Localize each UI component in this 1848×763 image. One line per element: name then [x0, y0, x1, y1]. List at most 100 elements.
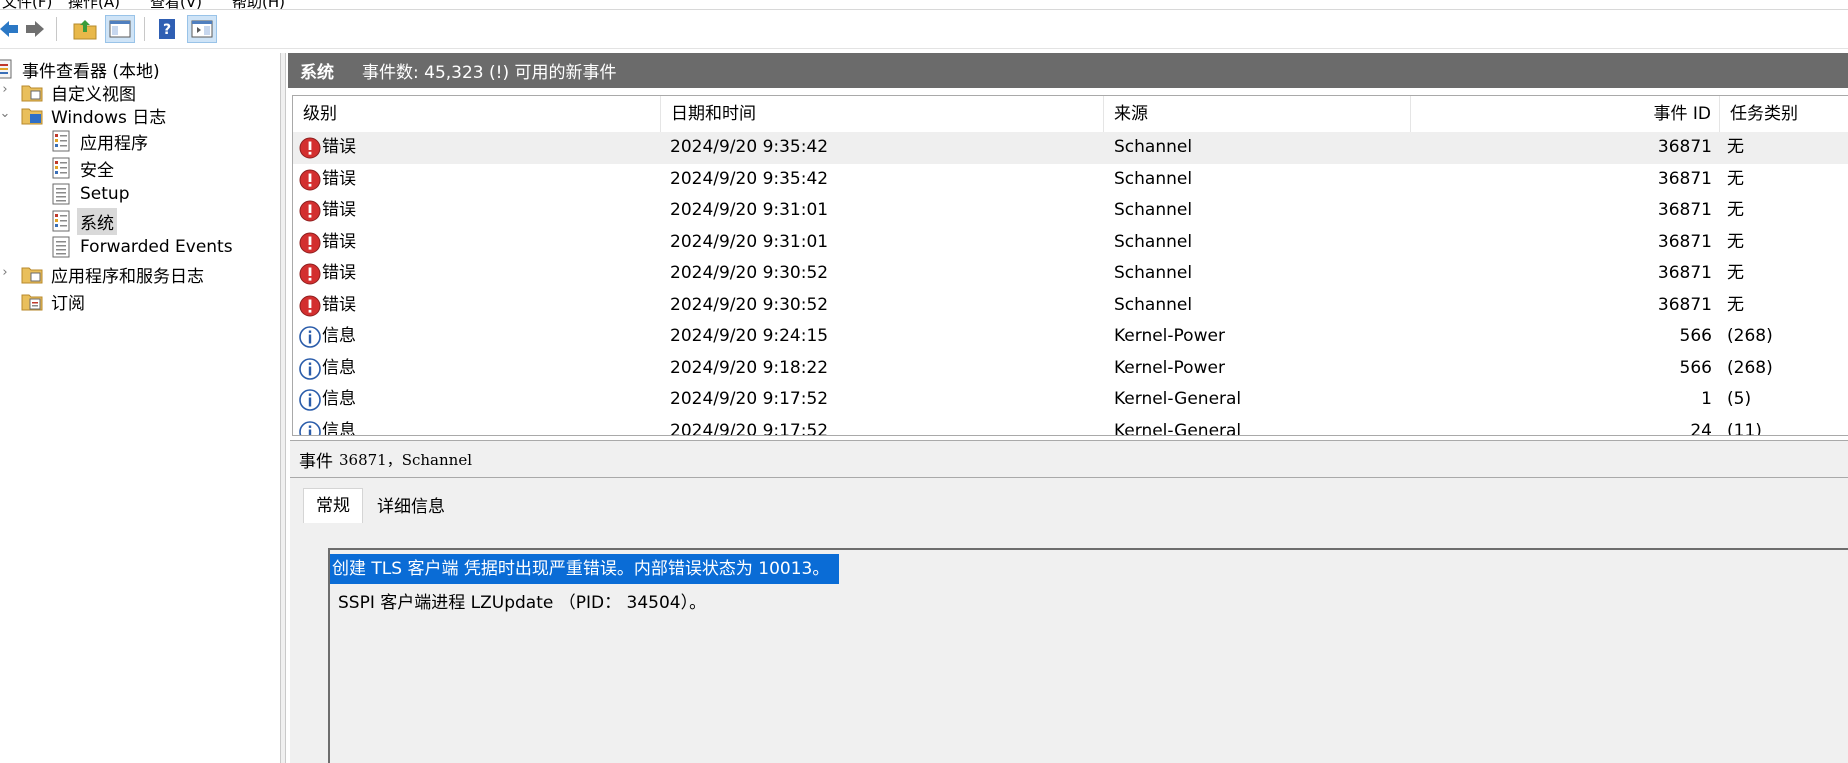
folder-up-icon — [73, 20, 97, 40]
column-header-source[interactable]: 来源 — [1104, 96, 1411, 132]
table-row[interactable]: 错误 2024/9/20 9:30:52 Schannel 36871 无 — [293, 258, 1848, 290]
event-detail-label: 事件 — [299, 451, 333, 472]
source-cell: Schannel — [1114, 168, 1193, 189]
show-hide-console-tree-button[interactable] — [105, 15, 135, 43]
collapse-chevron-icon[interactable]: ⌄ — [0, 106, 12, 121]
tree-item-applications-and-services-logs[interactable]: 应用程序和服务日志 — [21, 261, 207, 287]
event-id-cell: 1 — [1701, 389, 1712, 409]
toolbar-separator — [144, 17, 145, 41]
event-id-cell: 36871 — [1657, 168, 1712, 189]
level-cell: 错误 — [322, 263, 356, 283]
event-list: 级别 日期和时间 来源 事件 ID 任务类别 错误 2024/9/20 9:35:… — [292, 95, 1848, 436]
folder-icon — [21, 85, 43, 102]
table-row[interactable]: 信息 2024/9/20 9:17:52 Kernel-General 24 (11) — [293, 416, 1848, 436]
table-row[interactable]: 错误 2024/9/20 9:30:52 Schannel 36871 无 — [293, 290, 1848, 322]
level-cell: 错误 — [322, 294, 356, 315]
help-button[interactable]: ? — [152, 15, 182, 43]
menu-bar: 文件(F) 操作(A) 查看(V) 帮助(H) — [0, 0, 1848, 10]
task-category-cell: 无 — [1727, 137, 1744, 157]
datetime-cell: 2024/9/20 9:17:52 — [670, 389, 829, 409]
table-row[interactable]: 错误 2024/9/20 9:35:42 Schannel 36871 无 — [293, 132, 1848, 164]
table-row[interactable]: 信息 2024/9/20 9:17:52 Kernel-General 1 (5) — [293, 384, 1848, 416]
task-category-cell: (268) — [1727, 357, 1773, 378]
tree-item-security[interactable]: 安全 — [50, 155, 117, 181]
datetime-cell: 2024/9/20 9:30:52 — [670, 263, 829, 283]
event-detail-title: 36871，Schannel — [339, 450, 472, 469]
event-message-box[interactable]: 创建 TLS 客户端 凭据时出现严重错误。内部错误状态为 10013。 SSPI… — [328, 548, 1848, 763]
column-header-task-category[interactable]: 任务类别 — [1720, 96, 1848, 132]
tree-item-subscriptions[interactable]: 订阅 — [21, 288, 88, 314]
menu-item-file[interactable]: 文件(F) — [2, 0, 52, 9]
log-file-icon — [52, 130, 70, 152]
show-hide-action-pane-icon — [191, 20, 213, 38]
level-cell: 信息 — [322, 357, 356, 378]
source-cell: Schannel — [1114, 263, 1193, 283]
menu-item-view[interactable]: 查看(V) — [150, 0, 202, 9]
level-cell: 信息 — [322, 326, 356, 346]
forward-button[interactable] — [20, 15, 50, 43]
tab-general[interactable]: 常规 — [303, 488, 363, 523]
source-cell: Kernel-Power — [1114, 326, 1225, 346]
task-category-cell: 无 — [1727, 200, 1744, 220]
task-category-cell: 无 — [1727, 231, 1744, 252]
source-cell: Schannel — [1114, 294, 1193, 315]
up-one-level-button[interactable] — [70, 15, 100, 43]
column-header-level[interactable]: 级别 — [293, 96, 661, 132]
tab-details[interactable]: 详细信息 — [365, 490, 457, 524]
plain-log-file-icon — [52, 236, 70, 258]
log-file-icon — [52, 157, 70, 179]
level-cell: 错误 — [322, 137, 356, 157]
error-icon — [299, 169, 321, 190]
tree-item-label: 应用程序和服务日志 — [51, 266, 204, 287]
tree-item-system[interactable]: 系统 — [50, 207, 117, 235]
source-cell: Schannel — [1114, 231, 1193, 252]
task-category-cell: (5) — [1727, 389, 1752, 409]
datetime-cell: 2024/9/20 9:35:42 — [670, 168, 829, 189]
datetime-cell: 2024/9/20 9:31:01 — [670, 231, 829, 252]
source-cell: Schannel — [1114, 137, 1193, 157]
log-title: 系统 — [300, 63, 334, 83]
error-icon — [299, 200, 321, 222]
task-category-cell: 无 — [1727, 294, 1744, 315]
event-id-cell: 24 — [1690, 420, 1712, 436]
tree-item-setup[interactable]: Setup — [50, 181, 132, 207]
tree-item-windows-logs[interactable]: Windows 日志 — [21, 102, 169, 128]
column-header-row: 级别 日期和时间 来源 事件 ID 任务类别 — [293, 96, 1848, 132]
table-row[interactable]: 信息 2024/9/20 9:24:15 Kernel-Power 566 (268) — [293, 321, 1848, 353]
table-row[interactable]: 信息 2024/9/20 9:18:22 Kernel-Power 566 (268) — [293, 353, 1848, 385]
level-cell: 错误 — [322, 231, 356, 252]
event-message-selected-text[interactable]: 创建 TLS 客户端 凭据时出现严重错误。内部错误状态为 10013。 — [330, 554, 840, 584]
toolbar-separator — [56, 17, 57, 41]
log-file-icon — [52, 210, 70, 232]
column-header-event-id[interactable]: 事件 ID — [1411, 96, 1720, 132]
tree-item-application[interactable]: 应用程序 — [50, 128, 151, 154]
tree-item-label: Setup — [80, 184, 130, 204]
event-message-text[interactable]: SSPI 客户端进程 LZUpdate （PID： 34504）。 — [338, 588, 706, 618]
expand-chevron-icon[interactable]: › — [0, 82, 12, 97]
level-cell: 信息 — [322, 420, 356, 436]
source-cell: Kernel-General — [1114, 420, 1242, 436]
show-hide-tree-icon — [109, 20, 131, 38]
event-detail-header: 事件 36871，Schannel — [290, 440, 1848, 478]
task-category-cell: 无 — [1727, 168, 1744, 189]
event-id-cell: 36871 — [1657, 200, 1712, 220]
expand-chevron-icon[interactable]: › — [0, 265, 12, 280]
table-row[interactable]: 错误 2024/9/20 9:35:42 Schannel 36871 无 — [293, 164, 1848, 196]
table-row[interactable]: 错误 2024/9/20 9:31:01 Schannel 36871 无 — [293, 227, 1848, 259]
table-row[interactable]: 错误 2024/9/20 9:31:01 Schannel 36871 无 — [293, 195, 1848, 227]
tree-item-forwarded-events[interactable]: Forwarded Events — [50, 234, 236, 260]
tree-item-label: 安全 — [80, 160, 114, 181]
menu-item-action[interactable]: 操作(A) — [68, 0, 120, 9]
error-icon — [299, 263, 321, 285]
level-cell: 错误 — [322, 200, 356, 220]
task-category-cell: 无 — [1727, 263, 1744, 283]
datetime-cell: 2024/9/20 9:18:22 — [670, 357, 829, 378]
tree-item-label: 订阅 — [51, 293, 85, 314]
info-icon — [299, 420, 321, 435]
event-id-cell: 36871 — [1657, 231, 1712, 252]
show-hide-action-pane-button[interactable] — [187, 15, 217, 43]
column-header-datetime[interactable]: 日期和时间 — [661, 96, 1104, 132]
pane-splitter[interactable] — [280, 53, 286, 763]
event-detail-pane: 常规 详细信息 创建 TLS 客户端 凭据时出现严重错误。内部错误状态为 100… — [290, 478, 1848, 763]
menu-item-help[interactable]: 帮助(H) — [232, 0, 285, 9]
